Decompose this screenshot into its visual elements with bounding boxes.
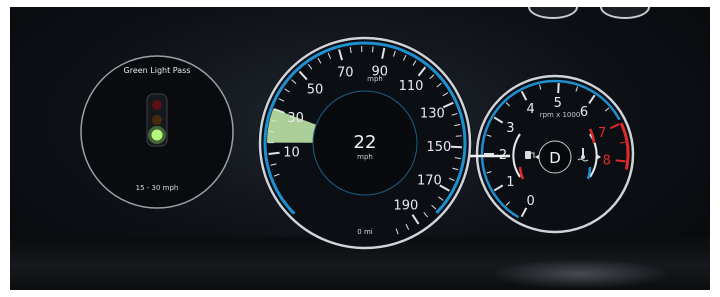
rpm-tick-mark [615, 159, 626, 163]
gear-indicator: D [549, 149, 561, 167]
rpm-tick-mark [557, 83, 560, 94]
rpm-tick-label-8: 8 [603, 153, 611, 168]
speed-tick-label-10: 10 [283, 145, 300, 160]
speed-range-label: 15 - 30 mph [136, 184, 179, 192]
signal-amber-lamp [152, 115, 162, 125]
current-speed: 22 [354, 132, 377, 153]
speed-tick-label-30: 30 [287, 111, 304, 126]
signal-red-lamp [152, 100, 162, 110]
speedometer-scale-unit: mph [367, 75, 383, 83]
rpm-tick-label-3: 3 [506, 121, 514, 136]
rpm-tick-label-0: 0 [526, 194, 534, 209]
speed-tick-label-150: 150 [427, 140, 452, 155]
speed-tick-label-170: 170 [417, 173, 442, 188]
rpm-unit-label: rpm x 1000 [540, 111, 581, 119]
traffic-light-icon [146, 93, 168, 147]
speed-tick-label-70: 70 [337, 66, 354, 81]
speed-tick-label-110: 110 [399, 79, 424, 94]
speedometer: 10 30 50 70 90 110 130 150 170 190 mph 2… [258, 36, 472, 250]
signal-green-lamp [151, 129, 163, 141]
rpm-tick-label-6: 6 [580, 105, 588, 120]
cluster-graphics: Green Light Pass 15 - 30 mph 10 30 50 70… [80, 36, 635, 250]
instrument-cluster: Green Light Pass 15 - 30 mph 10 30 50 70… [10, 7, 710, 290]
speed-tick-mark [268, 151, 280, 155]
left-panel-title: Green Light Pass [124, 66, 191, 75]
tachometer: 0 1 2 3 4 5 6 7 8 rpm x 1000 [475, 74, 635, 234]
current-speed-unit: mph [357, 153, 373, 161]
rpm-tick-label-4: 4 [526, 102, 534, 117]
rpm-tick-label-1: 1 [506, 175, 514, 190]
speed-tick-label-190: 190 [393, 199, 418, 214]
speed-tick-label-130: 130 [420, 106, 445, 121]
green-light-pass-panel: Green Light Pass 15 - 30 mph [80, 55, 234, 209]
speed-tick-label-50: 50 [307, 82, 324, 97]
rpm-tick-label-7: 7 [598, 126, 606, 141]
odometer: 0 mi [357, 228, 372, 236]
rpm-tick-label-5: 5 [554, 96, 562, 111]
